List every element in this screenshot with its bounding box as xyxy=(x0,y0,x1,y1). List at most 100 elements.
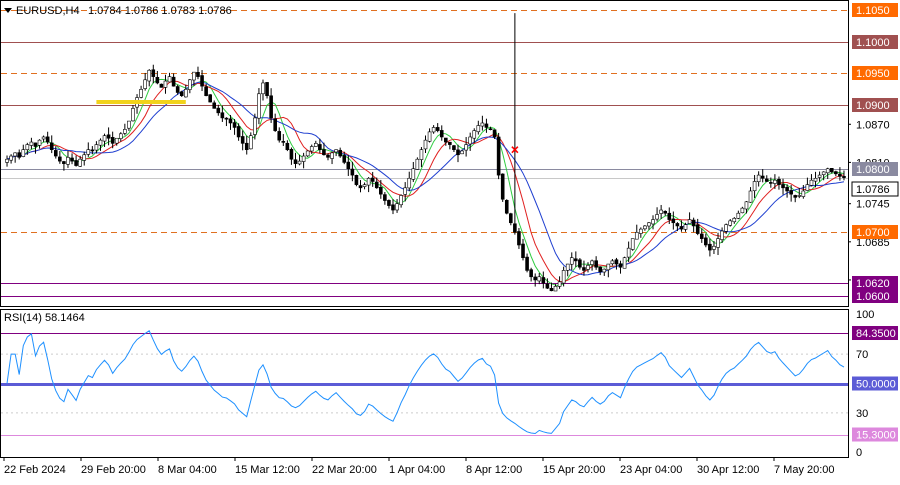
candle-body-180 xyxy=(736,212,741,219)
time-label-9: 30 Apr 12:00 xyxy=(697,464,759,476)
candle-body-29 xyxy=(123,129,127,134)
candle-body-39 xyxy=(163,80,168,88)
candle-body-12 xyxy=(53,150,58,157)
candle-body-165 xyxy=(675,223,680,227)
candle-body-134 xyxy=(549,288,554,292)
candle-body-65 xyxy=(269,95,273,119)
candle-body-184 xyxy=(752,181,757,192)
level-labels: 1.1050 1.1000 1.0950 1.0900 1.0800 1.0700 1.06… xyxy=(851,3,899,303)
candle-body-141 xyxy=(578,259,582,268)
candle-body-80 xyxy=(330,152,334,159)
candle-body-102 xyxy=(419,149,424,160)
time-label-6: 8 Apr 12:00 xyxy=(466,464,522,476)
candle-body-178 xyxy=(728,220,733,226)
candle-body-14 xyxy=(62,161,66,164)
chart-canvas[interactable]: 1.08701.08101.07451.06851.0625 1.10501.1… xyxy=(0,0,900,480)
candle-body-67 xyxy=(277,131,282,141)
candle-body-52 xyxy=(216,107,221,114)
candle-body-42 xyxy=(175,86,180,93)
time-label-2: 8 Mar 04:00 xyxy=(158,464,217,476)
candle-body-107 xyxy=(439,130,444,138)
candle-body-34 xyxy=(143,79,147,89)
candle-body-71 xyxy=(293,159,298,164)
candle-body-103 xyxy=(423,139,428,150)
candle-body-30 xyxy=(127,120,131,129)
candle-body-17 xyxy=(74,160,78,166)
candle-body-69 xyxy=(285,142,290,150)
candle-body-96 xyxy=(395,203,399,211)
candle-body-104 xyxy=(427,131,432,142)
candle-body-153 xyxy=(626,247,631,258)
candle-body-158 xyxy=(647,222,651,227)
current-price-label: 1.0786 xyxy=(856,184,890,196)
candle-body-137 xyxy=(561,270,566,284)
candle-body-77 xyxy=(318,144,322,150)
candle-body-35 xyxy=(147,69,152,82)
candle-body-163 xyxy=(667,212,672,220)
candle-body-45 xyxy=(188,79,192,90)
candle-body-1 xyxy=(9,155,13,161)
candle-body-161 xyxy=(659,209,663,214)
candle-body-2 xyxy=(13,152,17,157)
candle-body-27 xyxy=(114,137,119,144)
candle-body-169 xyxy=(691,219,696,227)
candle-body-73 xyxy=(301,155,306,162)
candle-body-111 xyxy=(456,149,460,156)
candle-body-53 xyxy=(220,112,225,119)
candle-body-147 xyxy=(602,268,607,273)
candle-body-149 xyxy=(610,260,615,265)
candle-body-87 xyxy=(358,185,363,189)
price-tick-label-1.0870: 1.0870 xyxy=(856,119,890,131)
candle-body-157 xyxy=(643,225,647,230)
candle-body-13 xyxy=(58,156,62,162)
candle-body-135 xyxy=(553,286,558,292)
candle-body-64 xyxy=(265,82,269,96)
candle-body-99 xyxy=(407,177,412,189)
candle-body-63 xyxy=(261,82,265,95)
candle-body-148 xyxy=(606,263,611,271)
price-pane[interactable] xyxy=(0,0,849,307)
candle-body-138 xyxy=(565,263,570,271)
candle-body-46 xyxy=(192,71,196,81)
candle-body-128 xyxy=(525,256,529,271)
candle-body-44 xyxy=(183,89,188,98)
trading-chart[interactable]: 1.08701.08101.07451.06851.0625 1.10501.1… xyxy=(0,0,900,480)
candle-body-41 xyxy=(171,76,176,87)
candle-body-88 xyxy=(362,184,367,187)
candle-body-101 xyxy=(415,158,420,170)
candle-body-78 xyxy=(322,149,326,156)
candle-body-188 xyxy=(769,182,773,184)
symbol-label: EURUSD,H4 xyxy=(16,5,80,17)
candle-body-196 xyxy=(801,190,806,197)
rsi-level-label-15.3000: 15.3000 xyxy=(856,430,896,442)
candle-body-121 xyxy=(496,136,501,176)
rsi-tick-label-0: 0 xyxy=(856,447,862,459)
candle-body-47 xyxy=(196,71,200,77)
candle-body-23 xyxy=(98,139,103,146)
candle-body-156 xyxy=(639,228,643,234)
candle-body-179 xyxy=(732,218,737,223)
candle-body-116 xyxy=(476,125,481,133)
candle-body-43 xyxy=(179,91,184,96)
time-label-5: 1 Apr 04:00 xyxy=(389,464,445,476)
rsi-axis: 100705030084.350050.000015.3000 xyxy=(852,309,898,459)
candle-body-114 xyxy=(468,136,472,145)
candle-body-85 xyxy=(350,168,355,176)
candle-body-33 xyxy=(139,89,143,98)
level-label-1.1000: 1.1000 xyxy=(856,37,890,49)
candle-body-70 xyxy=(289,148,294,160)
candle-body-89 xyxy=(366,177,371,186)
candle-body-4 xyxy=(21,149,26,157)
time-label-1: 29 Feb 20:00 xyxy=(81,464,146,476)
candle-body-91 xyxy=(374,181,379,189)
candle-body-201 xyxy=(821,171,826,175)
candle-body-6 xyxy=(29,141,34,146)
candle-body-36 xyxy=(151,69,156,77)
candle-body-168 xyxy=(687,219,692,224)
candle-body-50 xyxy=(208,94,212,103)
candle-body-92 xyxy=(379,186,383,195)
candle-body-185 xyxy=(756,174,761,183)
candle-body-118 xyxy=(484,123,489,128)
time-label-8: 23 Apr 04:00 xyxy=(620,464,682,476)
candle-body-8 xyxy=(37,139,42,146)
